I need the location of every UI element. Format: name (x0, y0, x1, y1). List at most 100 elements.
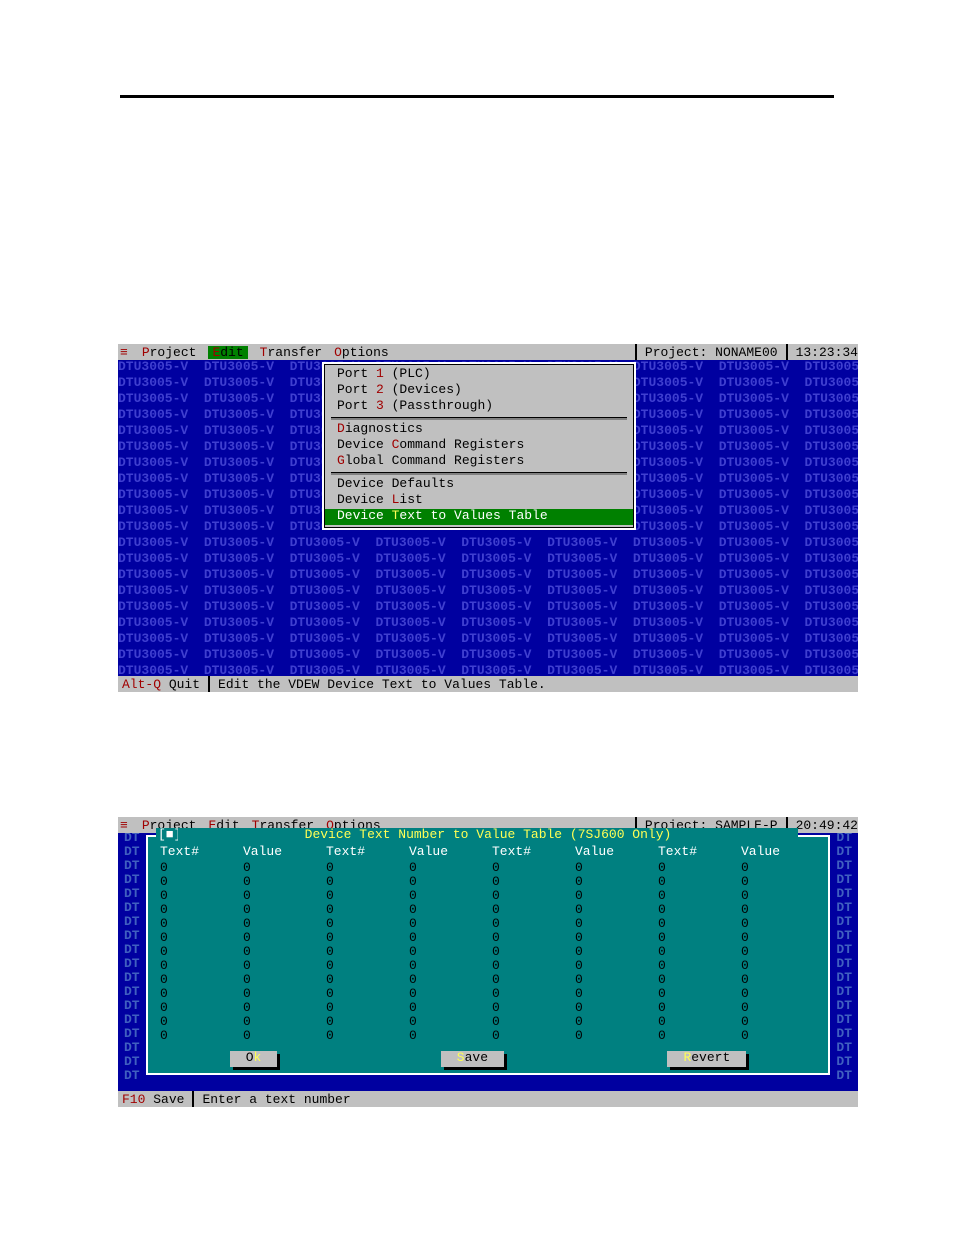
text-number-cell[interactable]: 0 (326, 973, 405, 987)
text-number-cell[interactable]: 0 (492, 875, 571, 889)
revert-button[interactable]: Revert (667, 1051, 746, 1067)
value-cell[interactable]: 0 (741, 875, 820, 889)
value-cell[interactable]: 0 (243, 931, 322, 945)
text-number-cell[interactable]: 0 (160, 889, 239, 903)
text-number-cell[interactable]: 0 (492, 931, 571, 945)
value-cell[interactable]: 0 (575, 875, 654, 889)
text-number-cell[interactable]: 0 (658, 931, 737, 945)
value-cell[interactable]: 0 (575, 1001, 654, 1015)
menu-item[interactable]: Device Command Registers (325, 438, 633, 454)
text-number-cell[interactable]: 0 (658, 889, 737, 903)
value-cell[interactable]: 0 (409, 903, 488, 917)
text-number-cell[interactable]: 0 (492, 861, 571, 875)
text-number-cell[interactable]: 0 (492, 1029, 571, 1043)
menu-roject[interactable]: Project (142, 346, 197, 359)
text-number-cell[interactable]: 0 (658, 987, 737, 1001)
value-cell[interactable]: 0 (741, 1015, 820, 1029)
menu-dit[interactable]: Edit (208, 346, 247, 359)
value-cell[interactable]: 0 (409, 861, 488, 875)
text-number-cell[interactable]: 0 (326, 889, 405, 903)
value-cell[interactable]: 0 (741, 1029, 820, 1043)
text-number-cell[interactable]: 0 (160, 931, 239, 945)
value-cell[interactable]: 0 (575, 1015, 654, 1029)
value-cell[interactable]: 0 (741, 917, 820, 931)
text-number-cell[interactable]: 0 (160, 945, 239, 959)
value-cell[interactable]: 0 (741, 1001, 820, 1015)
text-number-cell[interactable]: 0 (160, 917, 239, 931)
value-cell[interactable]: 0 (741, 945, 820, 959)
text-number-cell[interactable]: 0 (658, 1001, 737, 1015)
value-cell[interactable]: 0 (243, 945, 322, 959)
value-cell[interactable]: 0 (741, 973, 820, 987)
text-number-cell[interactable]: 0 (492, 973, 571, 987)
text-number-cell[interactable]: 0 (160, 1001, 239, 1015)
text-number-cell[interactable]: 0 (492, 1015, 571, 1029)
text-number-cell[interactable]: 0 (658, 861, 737, 875)
text-number-cell[interactable]: 0 (326, 861, 405, 875)
value-cell[interactable]: 0 (741, 987, 820, 1001)
text-number-cell[interactable]: 0 (160, 903, 239, 917)
text-number-cell[interactable]: 0 (326, 875, 405, 889)
text-number-cell[interactable]: 0 (492, 889, 571, 903)
text-number-cell[interactable]: 0 (160, 1029, 239, 1043)
value-cell[interactable]: 0 (243, 987, 322, 1001)
value-cell[interactable]: 0 (243, 959, 322, 973)
value-cell[interactable]: 0 (409, 973, 488, 987)
system-menu-icon[interactable]: ≡ (118, 346, 130, 359)
menu-item[interactable]: Global Command Registers (325, 454, 633, 470)
text-number-cell[interactable]: 0 (492, 945, 571, 959)
value-cell[interactable]: 0 (741, 889, 820, 903)
menu-item[interactable]: Device Defaults (325, 477, 633, 493)
menu-bar[interactable]: ≡ ProjectEditTransferOptions Project: NO… (118, 344, 858, 360)
value-cell[interactable]: 0 (409, 959, 488, 973)
value-cell[interactable]: 0 (409, 875, 488, 889)
value-cell[interactable]: 0 (409, 1001, 488, 1015)
text-number-cell[interactable]: 0 (658, 959, 737, 973)
text-number-cell[interactable]: 0 (658, 1029, 737, 1043)
value-cell[interactable]: 0 (409, 987, 488, 1001)
text-number-cell[interactable]: 0 (160, 1015, 239, 1029)
value-cell[interactable]: 0 (575, 917, 654, 931)
save-button[interactable]: Save (441, 1051, 504, 1067)
value-cell[interactable]: 0 (243, 861, 322, 875)
menu-item[interactable]: Port 1 (PLC) (325, 367, 633, 383)
text-number-cell[interactable]: 0 (492, 917, 571, 931)
text-number-cell[interactable]: 0 (658, 875, 737, 889)
value-cell[interactable]: 0 (409, 1015, 488, 1029)
edit-dropdown-menu[interactable]: Port 1 (PLC)Port 2 (Devices)Port 3 (Pass… (322, 362, 636, 530)
menu-ransfer[interactable]: Transfer (260, 346, 322, 359)
value-cell[interactable]: 0 (575, 861, 654, 875)
value-cell[interactable]: 0 (575, 987, 654, 1001)
system-menu-icon[interactable]: ≡ (118, 819, 130, 832)
text-number-cell[interactable]: 0 (326, 1015, 405, 1029)
value-cell[interactable]: 0 (575, 889, 654, 903)
menu-ptions[interactable]: Options (334, 346, 389, 359)
text-number-cell[interactable]: 0 (492, 959, 571, 973)
value-cell[interactable]: 0 (575, 945, 654, 959)
ok-button[interactable]: Ok (230, 1051, 278, 1067)
value-cell[interactable]: 0 (409, 931, 488, 945)
menu-item[interactable]: Device Text to Values Table (325, 509, 633, 525)
text-number-cell[interactable]: 0 (160, 987, 239, 1001)
text-number-cell[interactable]: 0 (326, 903, 405, 917)
text-number-cell[interactable]: 0 (326, 987, 405, 1001)
value-cell[interactable]: 0 (741, 959, 820, 973)
value-cell[interactable]: 0 (575, 1029, 654, 1043)
text-number-cell[interactable]: 0 (658, 917, 737, 931)
text-number-cell[interactable]: 0 (160, 959, 239, 973)
value-cell[interactable]: 0 (243, 889, 322, 903)
value-cell[interactable]: 0 (575, 931, 654, 945)
value-cell[interactable]: 0 (741, 931, 820, 945)
value-cell[interactable]: 0 (741, 903, 820, 917)
text-number-cell[interactable]: 0 (160, 875, 239, 889)
value-cell[interactable]: 0 (575, 973, 654, 987)
menu-item[interactable]: Port 3 (Passthrough) (325, 399, 633, 415)
value-cell[interactable]: 0 (243, 903, 322, 917)
value-cell[interactable]: 0 (243, 1029, 322, 1043)
text-number-cell[interactable]: 0 (658, 1015, 737, 1029)
text-number-cell[interactable]: 0 (492, 903, 571, 917)
text-number-cell[interactable]: 0 (326, 1029, 405, 1043)
value-cell[interactable]: 0 (243, 917, 322, 931)
value-cell[interactable]: 0 (575, 959, 654, 973)
text-number-cell[interactable]: 0 (326, 959, 405, 973)
